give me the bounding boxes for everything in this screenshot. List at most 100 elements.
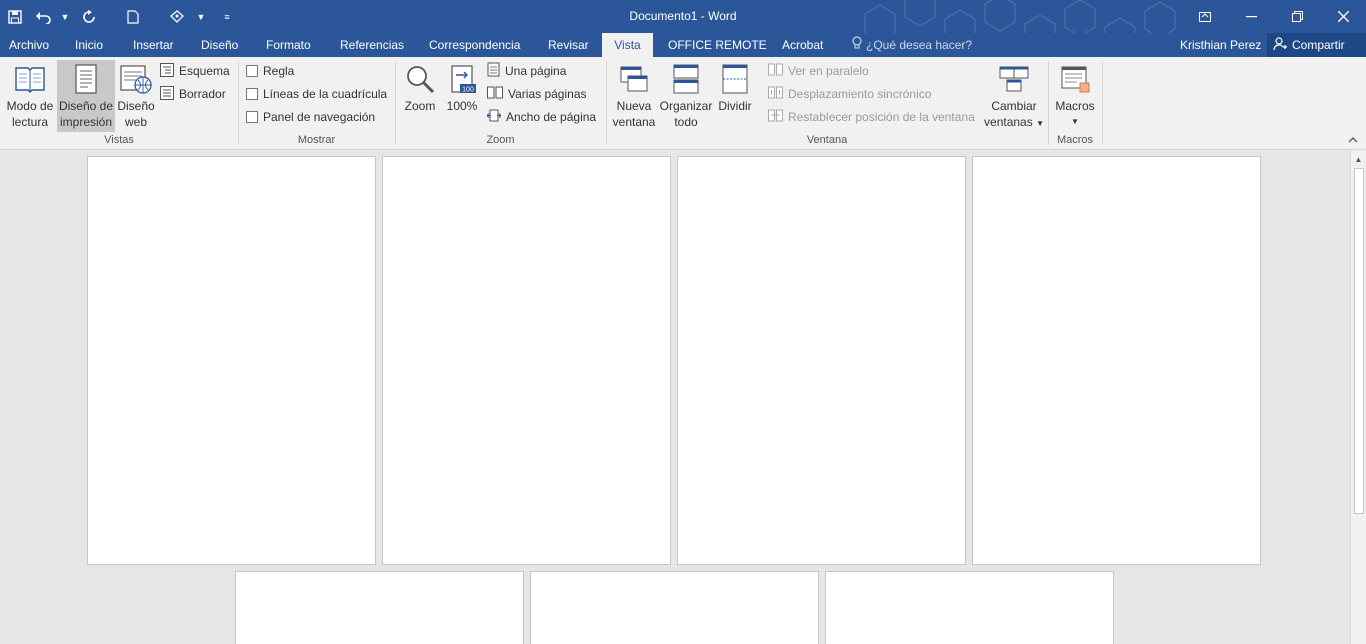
separator <box>1102 61 1103 145</box>
group-label-ventana: Ventana <box>806 134 848 146</box>
group-label-zoom: Zoom <box>486 134 515 146</box>
organizar-todo-button[interactable]: Organizar todo <box>659 60 713 132</box>
tab-insertar[interactable]: Insertar <box>124 33 183 57</box>
lineas-cuadricula-label: Líneas de la cuadrícula <box>263 87 388 101</box>
tab-formato[interactable]: Formato <box>257 33 320 57</box>
title-bar: ▼ ▼ ≡ Documento1 - Word <box>0 0 1366 55</box>
diseno-impresion-button[interactable]: Diseño de impresión <box>57 60 115 132</box>
lightbulb-icon <box>852 33 862 57</box>
panel-navegacion-label: Panel de navegación <box>263 110 376 124</box>
tab-revisar[interactable]: Revisar <box>539 33 598 57</box>
separator <box>238 61 239 145</box>
borrador-label: Borrador <box>179 87 226 101</box>
print-layout-icon <box>73 60 99 98</box>
person-icon <box>1273 36 1287 54</box>
diseno-impresion-label-1: Diseño de <box>58 99 114 113</box>
macros-dropdown-icon: ▼ <box>1071 117 1079 126</box>
modo-lectura-button[interactable]: Modo de lectura <box>4 60 56 132</box>
zoom-100-button[interactable]: 100 100% <box>443 60 481 132</box>
modo-lectura-label-1: Modo de <box>6 99 54 113</box>
nueva-ventana-label-1: Nueva <box>616 99 652 113</box>
cambiar-ventanas-button[interactable]: Cambiar ventanas ▼ <box>984 60 1044 132</box>
outline-icon <box>160 62 174 80</box>
regla-label: Regla <box>263 64 295 78</box>
group-label-mostrar: Mostrar <box>297 134 336 146</box>
ver-paralelo-button[interactable]: Ver en paralelo <box>768 61 869 81</box>
document-page[interactable] <box>530 571 819 644</box>
close-icon[interactable] <box>1320 0 1366 33</box>
regla-check[interactable] <box>246 65 258 77</box>
desplazamiento-sincronico-button[interactable]: Desplazamiento sincrónico <box>768 84 931 104</box>
tell-me-placeholder: ¿Qué desea hacer? <box>866 38 973 52</box>
macros-button[interactable]: Macros ▼ <box>1052 60 1098 132</box>
ribbon: Modo de lectura Diseño de impresión Dise… <box>0 57 1366 150</box>
dividir-label: Dividir <box>718 99 752 113</box>
read-mode-icon <box>14 60 46 98</box>
sync-scroll-icon <box>768 86 783 102</box>
esquema-button[interactable]: Esquema <box>160 61 230 81</box>
zoom-label: Zoom <box>404 99 436 113</box>
group-label-macros: Macros <box>1056 134 1094 146</box>
document-page[interactable] <box>87 156 376 565</box>
restablecer-posicion-button[interactable]: Restablecer posición de la ventana <box>768 107 975 127</box>
modo-lectura-label-2: lectura <box>11 115 49 129</box>
una-pagina-button[interactable]: Una página <box>487 61 566 81</box>
switch-windows-icon <box>998 60 1030 98</box>
lineas-cuadricula-check[interactable] <box>246 88 258 100</box>
scroll-up-icon[interactable]: ▲ <box>1351 152 1366 166</box>
separator <box>395 61 396 145</box>
tab-archivo[interactable]: Archivo <box>0 33 58 57</box>
diseno-web-label-2: web <box>124 115 147 129</box>
group-label-vistas: Vistas <box>104 134 134 146</box>
user-name[interactable]: Kristhian Perez <box>1180 33 1261 57</box>
tab-acrobat[interactable]: Acrobat <box>773 33 832 57</box>
tab-office-remote[interactable]: OFFICE REMOTE <box>659 33 776 57</box>
borrador-button[interactable]: Borrador <box>160 84 226 104</box>
vertical-scrollbar[interactable]: ▲ <box>1350 150 1366 644</box>
ribbon-tabs: Archivo Inicio Insertar Diseño Formato R… <box>0 33 1366 57</box>
tell-me-box[interactable]: ¿Qué desea hacer? <box>852 33 972 57</box>
collapse-ribbon-icon[interactable] <box>1348 135 1358 146</box>
zoom-button[interactable]: Zoom <box>401 60 439 132</box>
cambiar-ventanas-label-2: ventanas <box>984 115 1033 129</box>
dividir-button[interactable]: Dividir <box>716 60 754 132</box>
separator <box>606 61 607 145</box>
ver-paralelo-label: Ver en paralelo <box>788 64 869 78</box>
una-pagina-label: Una página <box>505 64 567 78</box>
document-page[interactable] <box>825 571 1114 644</box>
document-page[interactable] <box>382 156 671 565</box>
minimize-icon[interactable] <box>1228 0 1274 33</box>
varias-paginas-label: Varias páginas <box>508 87 587 101</box>
zoom-100-label: 100% <box>446 99 478 113</box>
tab-correspondencia[interactable]: Correspondencia <box>420 33 529 57</box>
ribbon-display-options-icon[interactable] <box>1182 0 1228 33</box>
document-canvas[interactable] <box>0 150 1350 644</box>
dropdown-arrow-icon: ▼ <box>1036 119 1044 128</box>
tab-vista[interactable]: Vista <box>602 33 653 57</box>
regla-checkbox[interactable]: Regla <box>246 61 294 81</box>
panel-navegacion-check[interactable] <box>246 111 258 123</box>
tab-diseno[interactable]: Diseño <box>192 33 247 57</box>
lineas-cuadricula-checkbox[interactable]: Líneas de la cuadrícula <box>246 84 387 104</box>
page-width-icon <box>486 109 502 125</box>
share-button[interactable]: Compartir <box>1267 33 1366 57</box>
diseno-impresion-label-2: impresión <box>59 115 113 129</box>
web-layout-icon <box>119 60 153 98</box>
diseno-web-button[interactable]: Diseño web <box>116 60 156 132</box>
share-label: Compartir <box>1292 38 1345 52</box>
tab-referencias[interactable]: Referencias <box>331 33 413 57</box>
organizar-todo-label-1: Organizar <box>659 99 713 113</box>
varias-paginas-button[interactable]: Varias páginas <box>487 84 587 104</box>
document-page[interactable] <box>972 156 1261 565</box>
new-window-icon <box>619 60 649 98</box>
restore-icon[interactable] <box>1274 0 1320 33</box>
tab-inicio[interactable]: Inicio <box>66 33 112 57</box>
nueva-ventana-button[interactable]: Nueva ventana <box>612 60 656 132</box>
document-page[interactable] <box>677 156 966 565</box>
document-page[interactable] <box>235 571 524 644</box>
cambiar-ventanas-label-1: Cambiar <box>991 99 1037 113</box>
scroll-thumb[interactable] <box>1354 168 1364 514</box>
split-icon <box>721 60 749 98</box>
panel-navegacion-checkbox[interactable]: Panel de navegación <box>246 107 375 127</box>
ancho-pagina-button[interactable]: Ancho de página <box>486 107 596 127</box>
